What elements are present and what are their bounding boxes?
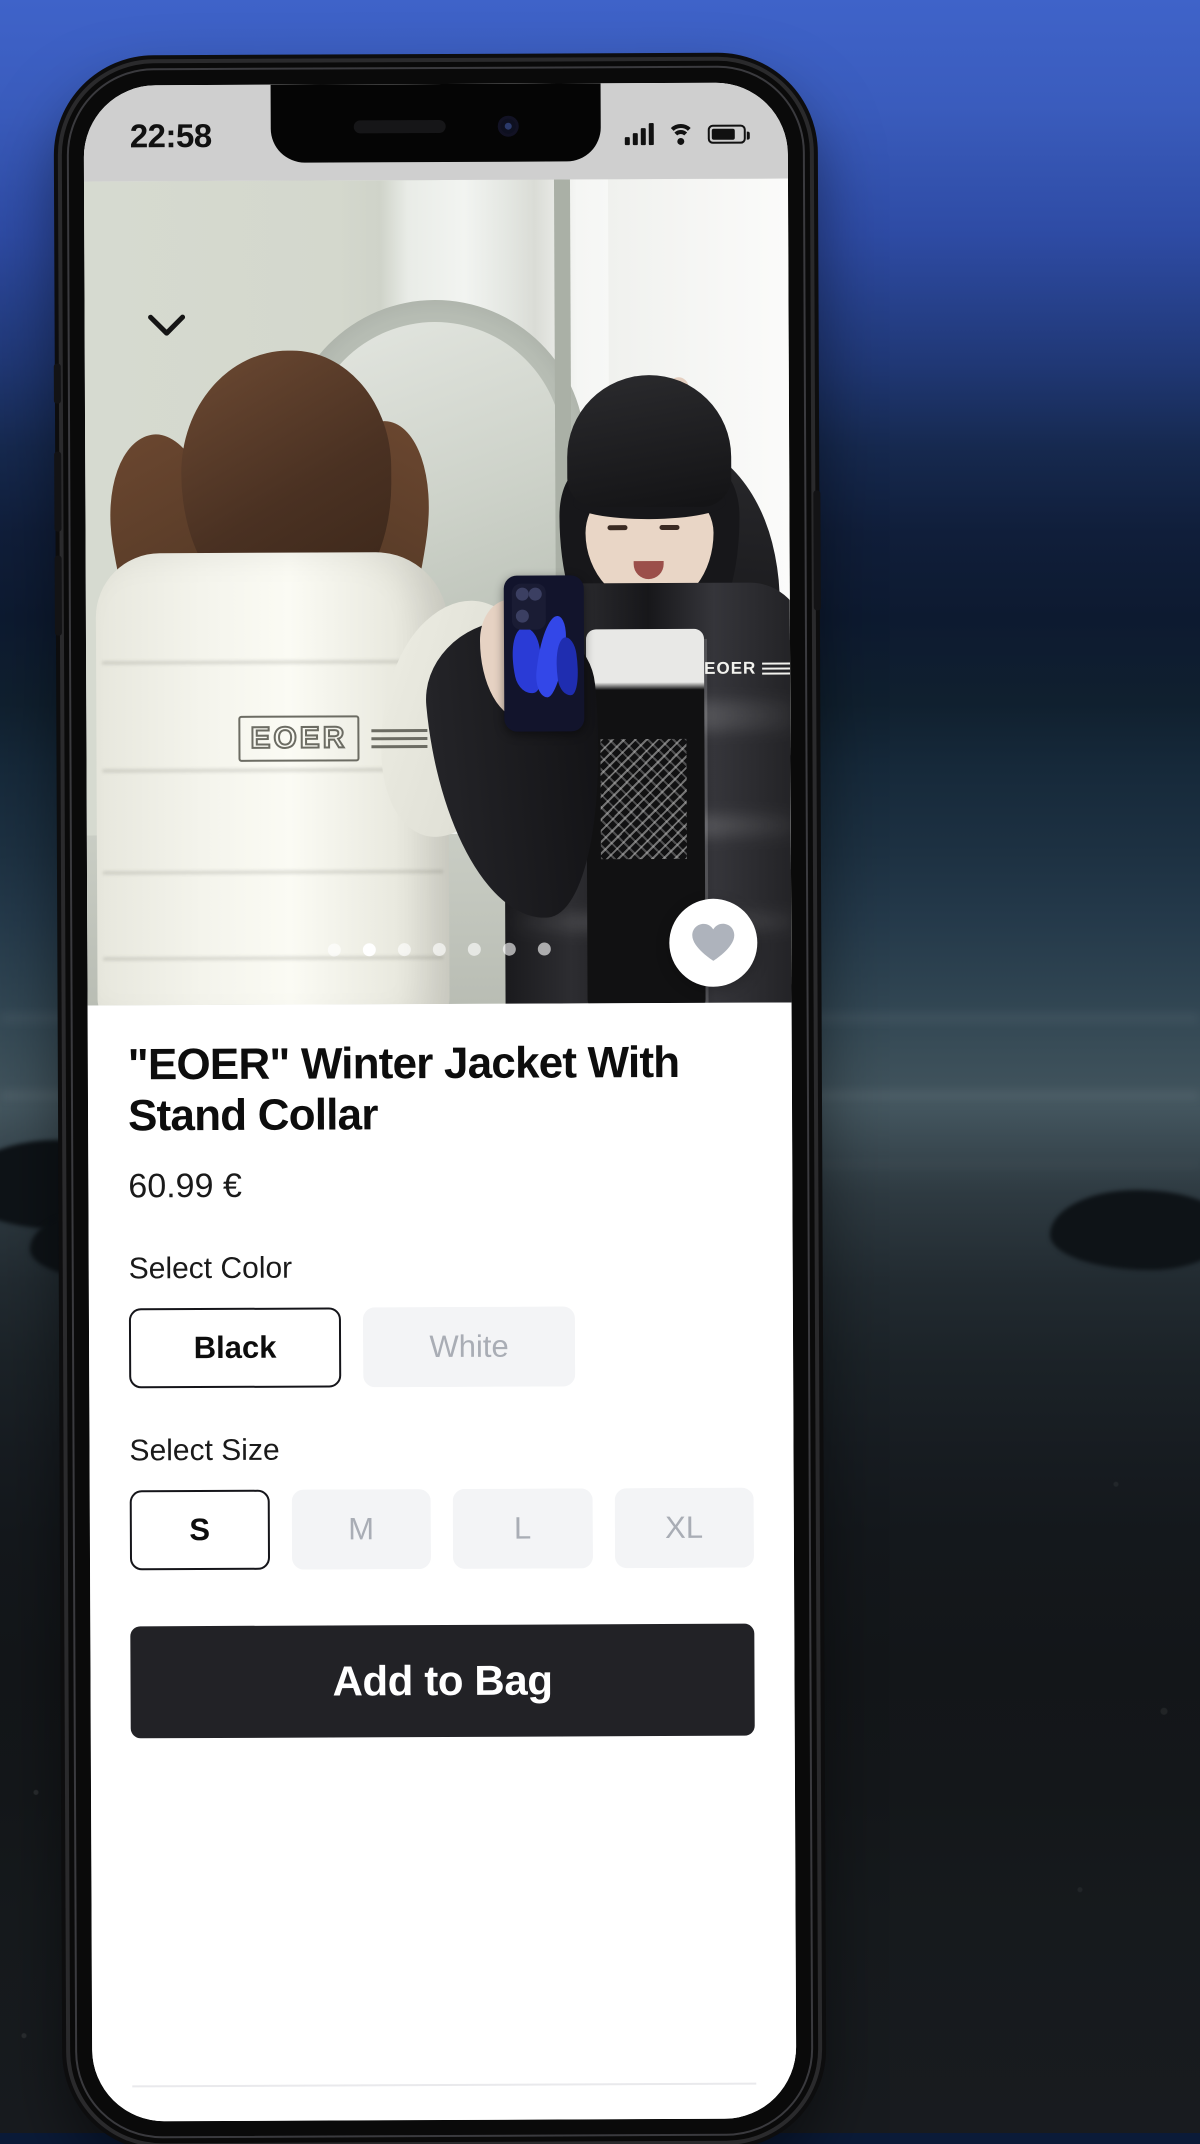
phone-notch [270, 83, 601, 163]
size-option-row: S M L XL [129, 1487, 755, 1571]
color-option-row: Black White [128, 1306, 753, 1389]
photo-inner-shirt-print [600, 738, 687, 860]
color-option-white[interactable]: White [362, 1306, 576, 1388]
power-button[interactable] [813, 490, 821, 611]
chevron-down-icon[interactable] [140, 299, 192, 351]
carousel-dot[interactable] [432, 942, 446, 957]
color-option-black[interactable]: Black [128, 1307, 342, 1389]
carousel-dot[interactable] [467, 942, 481, 956]
select-size-label: Select Size [129, 1433, 280, 1468]
carousel-dot[interactable] [362, 943, 376, 957]
phone-device: 22:58 EOER EOER "EOER" Winter Jacket Wit… [53, 60, 821, 2144]
size-option-xl[interactable]: XL [614, 1487, 755, 1569]
silent-switch[interactable] [53, 363, 61, 404]
carousel-dot[interactable] [502, 942, 516, 956]
product-image-carousel[interactable]: EOER EOER [83, 178, 792, 1006]
photo-black-jacket-brand-logo: EOER [704, 658, 792, 678]
carousel-dots[interactable] [327, 942, 551, 957]
wifi-icon [666, 123, 695, 152]
carousel-dot[interactable] [327, 943, 341, 957]
volume-up-button[interactable] [54, 451, 62, 532]
favorite-button[interactable] [669, 898, 758, 987]
front-camera-icon [497, 115, 519, 137]
size-option-m[interactable]: M [291, 1489, 432, 1570]
add-to-bag-button[interactable]: Add to Bag [130, 1623, 755, 1739]
photo-white-jacket-brand-logo: EOER [238, 715, 428, 762]
status-bar-icons [624, 123, 750, 152]
carousel-dot[interactable] [397, 943, 411, 957]
select-color-label: Select Color [128, 1251, 293, 1286]
photo-held-phone [503, 575, 585, 732]
product-details-panel: "EOER" Winter Jacket With Stand Collar 6… [87, 1002, 797, 2122]
product-price: 60.99 € [128, 1166, 242, 1206]
earpiece-speaker-icon [353, 119, 446, 133]
size-option-s[interactable]: S [129, 1489, 270, 1571]
size-option-l[interactable]: L [452, 1488, 593, 1570]
heart-icon [692, 923, 735, 961]
phone-screen: 22:58 EOER EOER "EOER" Winter Jacket Wit… [83, 82, 797, 2122]
status-bar-clock: 22:58 [129, 116, 212, 155]
page-title: "EOER" Winter Jacket With Stand Collar [127, 1037, 680, 1141]
carousel-dot[interactable] [537, 942, 551, 956]
background-rock [1050, 1190, 1200, 1270]
cellular-signal-icon [624, 123, 654, 146]
section-divider [132, 2082, 757, 2088]
battery-icon [707, 124, 750, 144]
volume-down-button[interactable] [54, 555, 62, 636]
